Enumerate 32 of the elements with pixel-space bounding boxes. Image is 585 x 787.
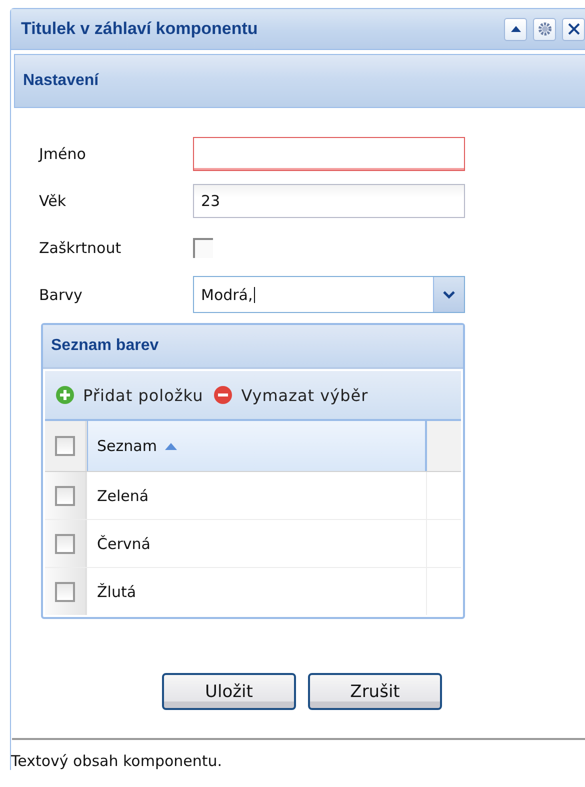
remove-button[interactable]: Vymazat výběr	[213, 385, 368, 405]
collapse-button[interactable]	[504, 18, 527, 40]
table-cell: Červná	[87, 520, 427, 567]
select-all-checkbox[interactable]	[55, 436, 75, 456]
field-label: Věk	[39, 192, 68, 210]
table-cell: Žlutá	[87, 568, 427, 615]
text-field[interactable]: 23	[193, 184, 465, 218]
field-label: Barvy	[39, 286, 84, 304]
form-button[interactable]: Uložit	[162, 673, 296, 710]
minus-icon	[213, 385, 234, 405]
settings-button[interactable]	[533, 18, 556, 40]
row-checkbox[interactable]	[55, 582, 75, 602]
gear-icon	[538, 22, 552, 36]
add-button[interactable]: Přidat položku	[55, 385, 204, 405]
triangle-up-icon	[510, 25, 522, 33]
close-button[interactable]	[562, 18, 585, 40]
panel-title: Titulek v záhlaví komponentu	[21, 19, 258, 39]
table-cell: Zelená	[87, 472, 427, 519]
section-title: Nastavení	[23, 72, 99, 90]
text-field[interactable]	[193, 136, 465, 170]
checkbox[interactable]	[193, 238, 213, 258]
field-label: Jméno	[39, 144, 87, 162]
row-checkbox[interactable]	[55, 534, 75, 554]
column-header[interactable]: Seznam	[87, 421, 427, 471]
row-checkbox[interactable]	[55, 486, 75, 506]
content-text: Textový obsah komponentu.	[11, 752, 224, 770]
grid-title: Seznam barev	[51, 337, 159, 355]
combo-box[interactable]: Modrá,	[193, 276, 465, 313]
field-label: Zaškrtnout	[39, 238, 122, 256]
plus-icon	[55, 385, 75, 405]
close-icon	[566, 22, 580, 36]
form-button[interactable]: Zrušit	[308, 673, 442, 710]
